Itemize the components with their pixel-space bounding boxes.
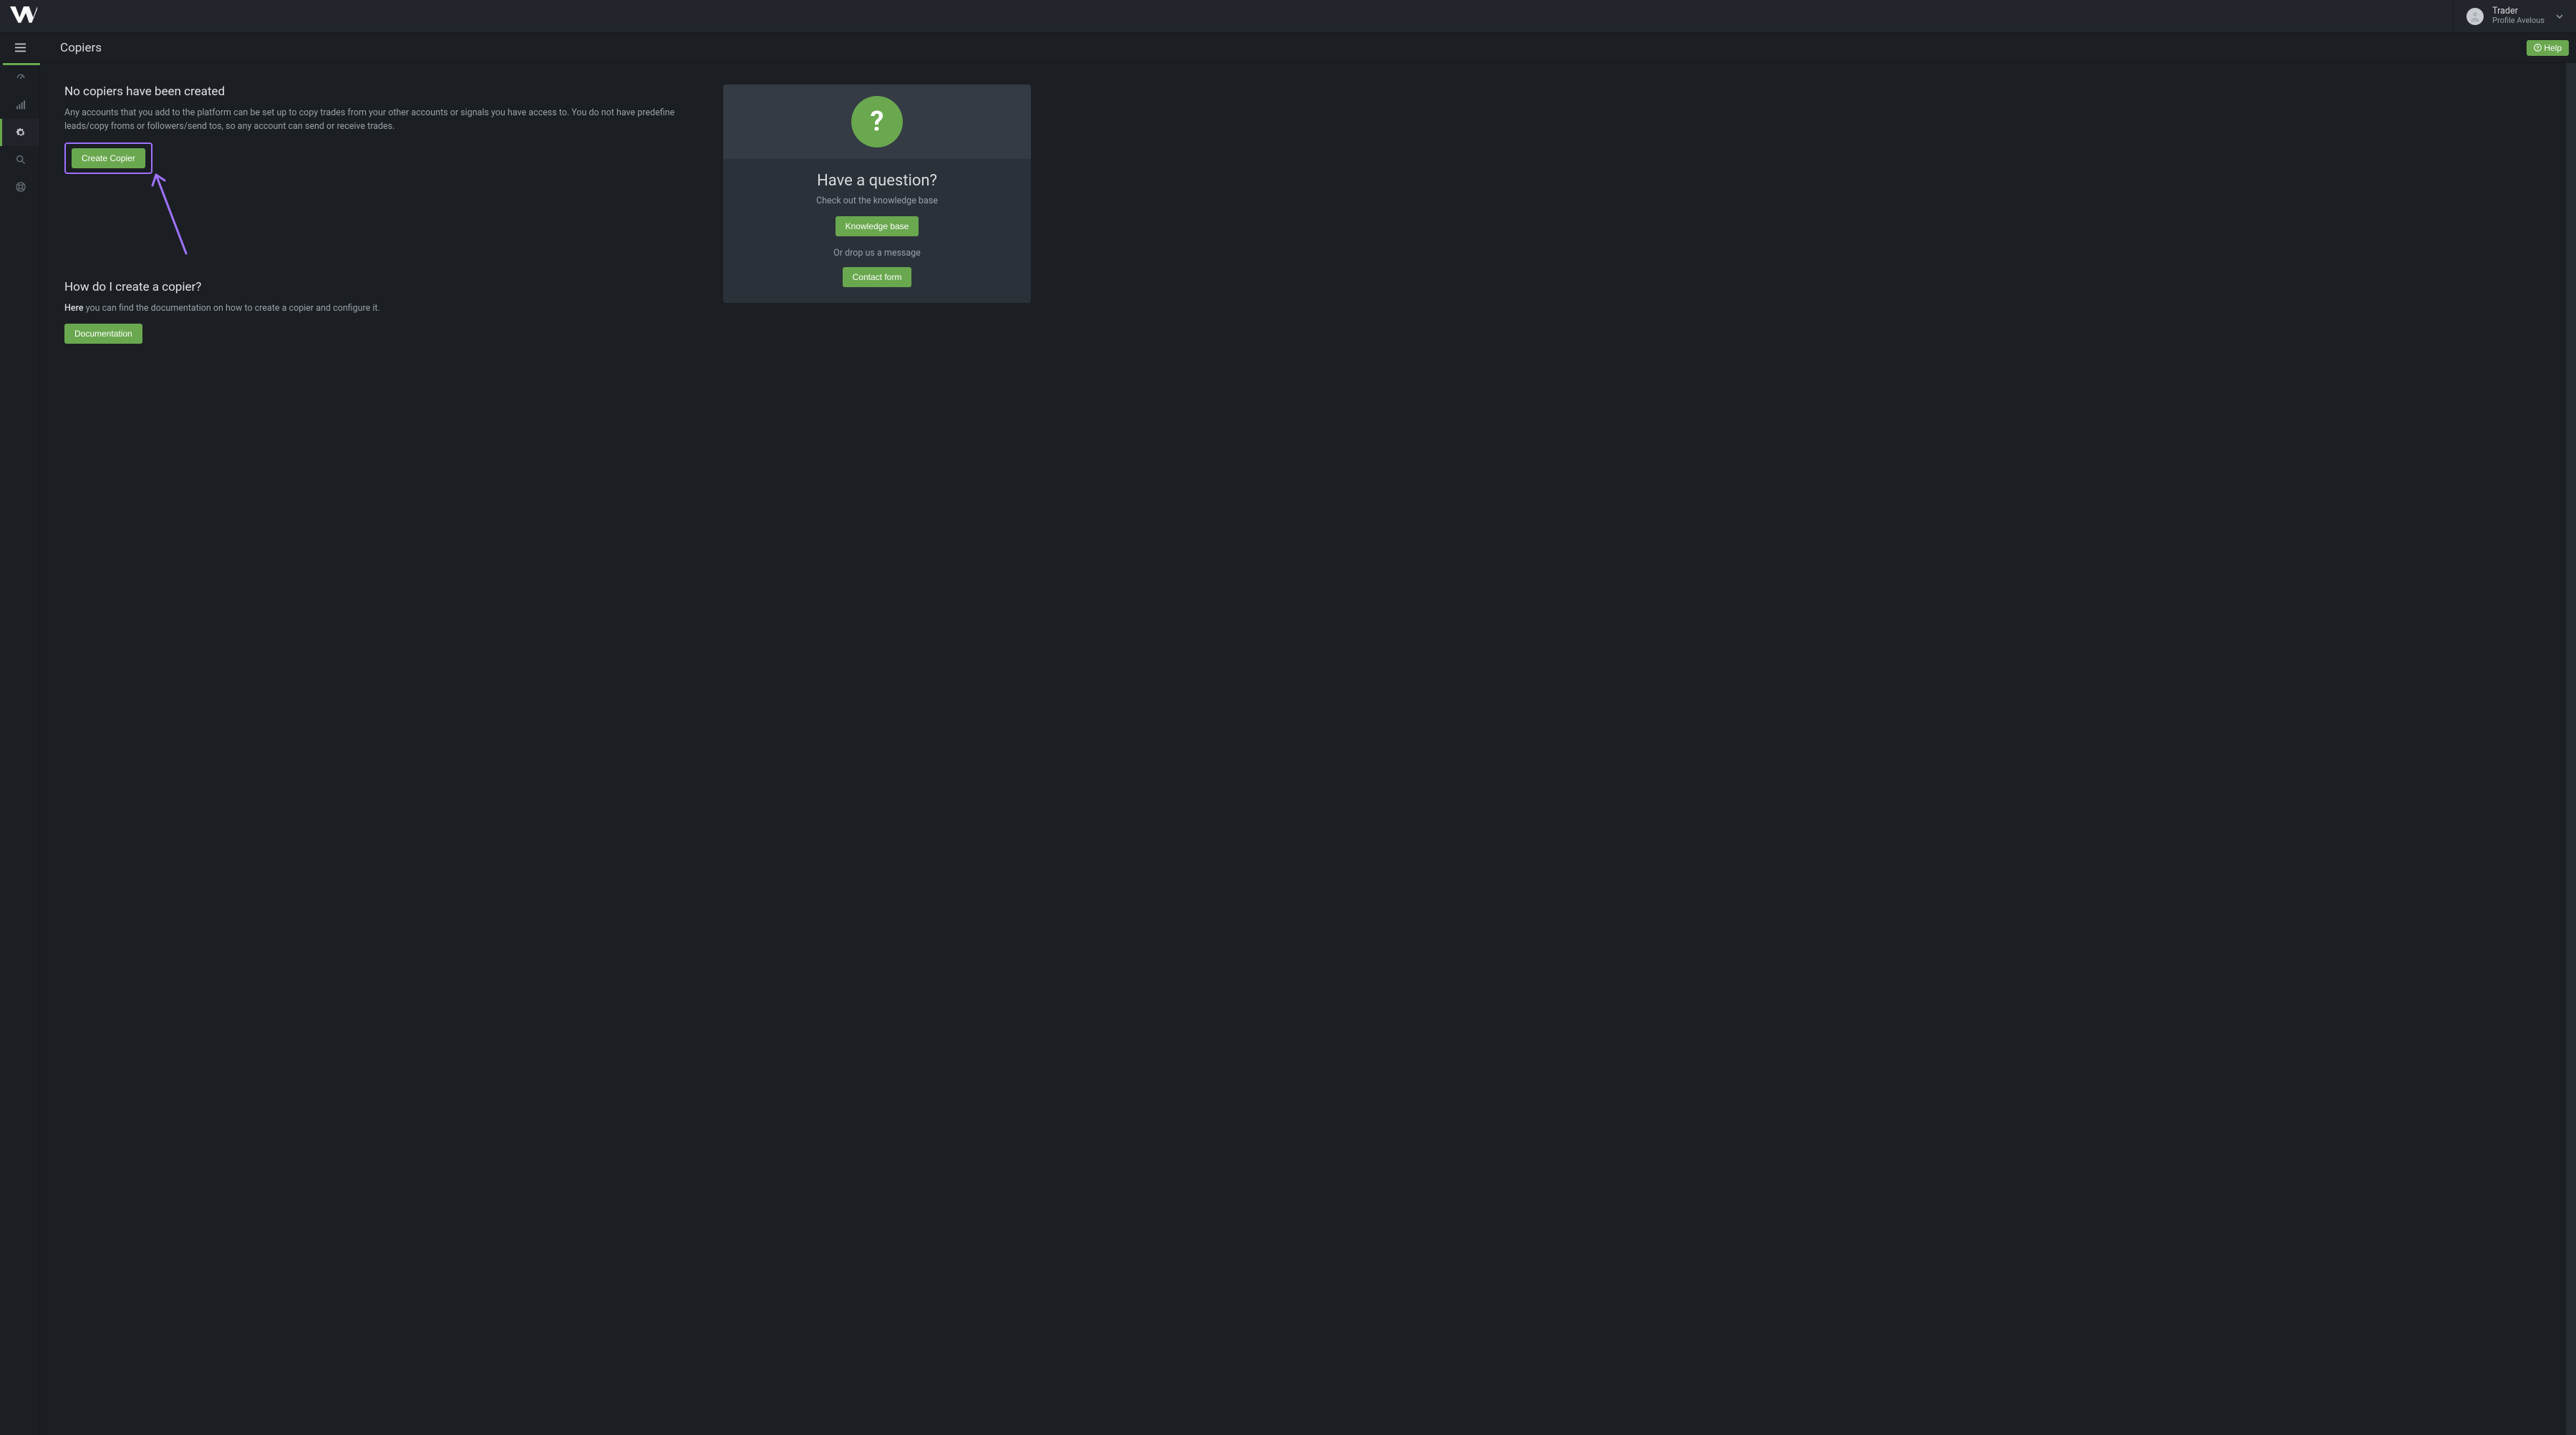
title-bar: Copiers ? Help bbox=[0, 33, 2576, 63]
lifebuoy-icon bbox=[15, 181, 26, 193]
user-role-label: Trader bbox=[2492, 6, 2544, 16]
question-circle-icon: ? bbox=[851, 96, 903, 148]
sidebar-toggle[interactable] bbox=[0, 33, 40, 62]
create-copier-highlight: Create Copier bbox=[64, 142, 152, 174]
help-button-label: Help bbox=[2544, 43, 2562, 53]
how-to-body-rest: you can find the documentation on how to… bbox=[84, 303, 380, 314]
knowledge-base-button[interactable]: Knowledge base bbox=[836, 216, 919, 236]
side-nav bbox=[0, 63, 40, 1435]
search-icon bbox=[15, 154, 26, 165]
gear-icon bbox=[15, 127, 26, 138]
vertical-scrollbar[interactable] bbox=[2566, 63, 2576, 1435]
help-card-sub: Check out the knowledge base bbox=[737, 195, 1017, 206]
help-button[interactable]: ? Help bbox=[2527, 40, 2569, 56]
hamburger-icon bbox=[15, 42, 26, 53]
nav-item-analytics[interactable] bbox=[0, 92, 39, 119]
help-card: ? Have a question? Check out the knowled… bbox=[723, 84, 1031, 303]
how-to-heading: How do I create a copier? bbox=[64, 280, 694, 294]
nav-item-dashboard[interactable] bbox=[0, 64, 39, 92]
app-logo[interactable] bbox=[10, 6, 37, 26]
create-copier-button[interactable]: Create Copier bbox=[72, 148, 145, 168]
nav-item-settings[interactable] bbox=[0, 119, 39, 146]
svg-text:?: ? bbox=[2537, 46, 2539, 51]
arrow-icon bbox=[150, 171, 193, 257]
how-to-body: Here you can find the documentation on h… bbox=[64, 301, 694, 315]
nav-item-support[interactable] bbox=[0, 173, 39, 200]
help-circle-icon: ? bbox=[2534, 44, 2542, 52]
no-copiers-section: No copiers have been created Any account… bbox=[64, 84, 694, 260]
user-avatar[interactable] bbox=[2466, 8, 2484, 25]
no-copiers-body: Any accounts that you add to the platfor… bbox=[64, 106, 694, 134]
how-to-section: How do I create a copier? Here you can f… bbox=[64, 280, 694, 344]
logo-icon bbox=[10, 6, 37, 23]
gauge-icon bbox=[15, 72, 26, 84]
page-title: Copiers bbox=[40, 41, 102, 55]
here-link[interactable]: Here bbox=[64, 303, 84, 314]
no-copiers-heading: No copiers have been created bbox=[64, 84, 694, 99]
main-content: No copiers have been created Any account… bbox=[40, 63, 2576, 1435]
avatar-icon bbox=[2469, 10, 2481, 23]
chevron-down-icon bbox=[2556, 13, 2563, 20]
question-mark-glyph: ? bbox=[871, 106, 884, 137]
top-bar: Trader Profile Avelous bbox=[0, 0, 2576, 33]
user-profile-label: Profile Avelous bbox=[2492, 16, 2544, 26]
user-menu[interactable]: Trader Profile Avelous bbox=[2492, 6, 2544, 26]
documentation-button[interactable]: Documentation bbox=[64, 324, 142, 344]
user-menu-chevron[interactable] bbox=[2553, 13, 2566, 20]
nav-item-search[interactable] bbox=[0, 146, 39, 173]
bar-chart-icon bbox=[15, 100, 26, 111]
help-card-or-text: Or drop us a message bbox=[737, 248, 1017, 259]
help-card-header: ? bbox=[723, 84, 1031, 159]
annotation-arrow bbox=[150, 171, 694, 260]
help-card-heading: Have a question? bbox=[737, 172, 1017, 190]
contact-form-button[interactable]: Contact form bbox=[843, 267, 912, 287]
